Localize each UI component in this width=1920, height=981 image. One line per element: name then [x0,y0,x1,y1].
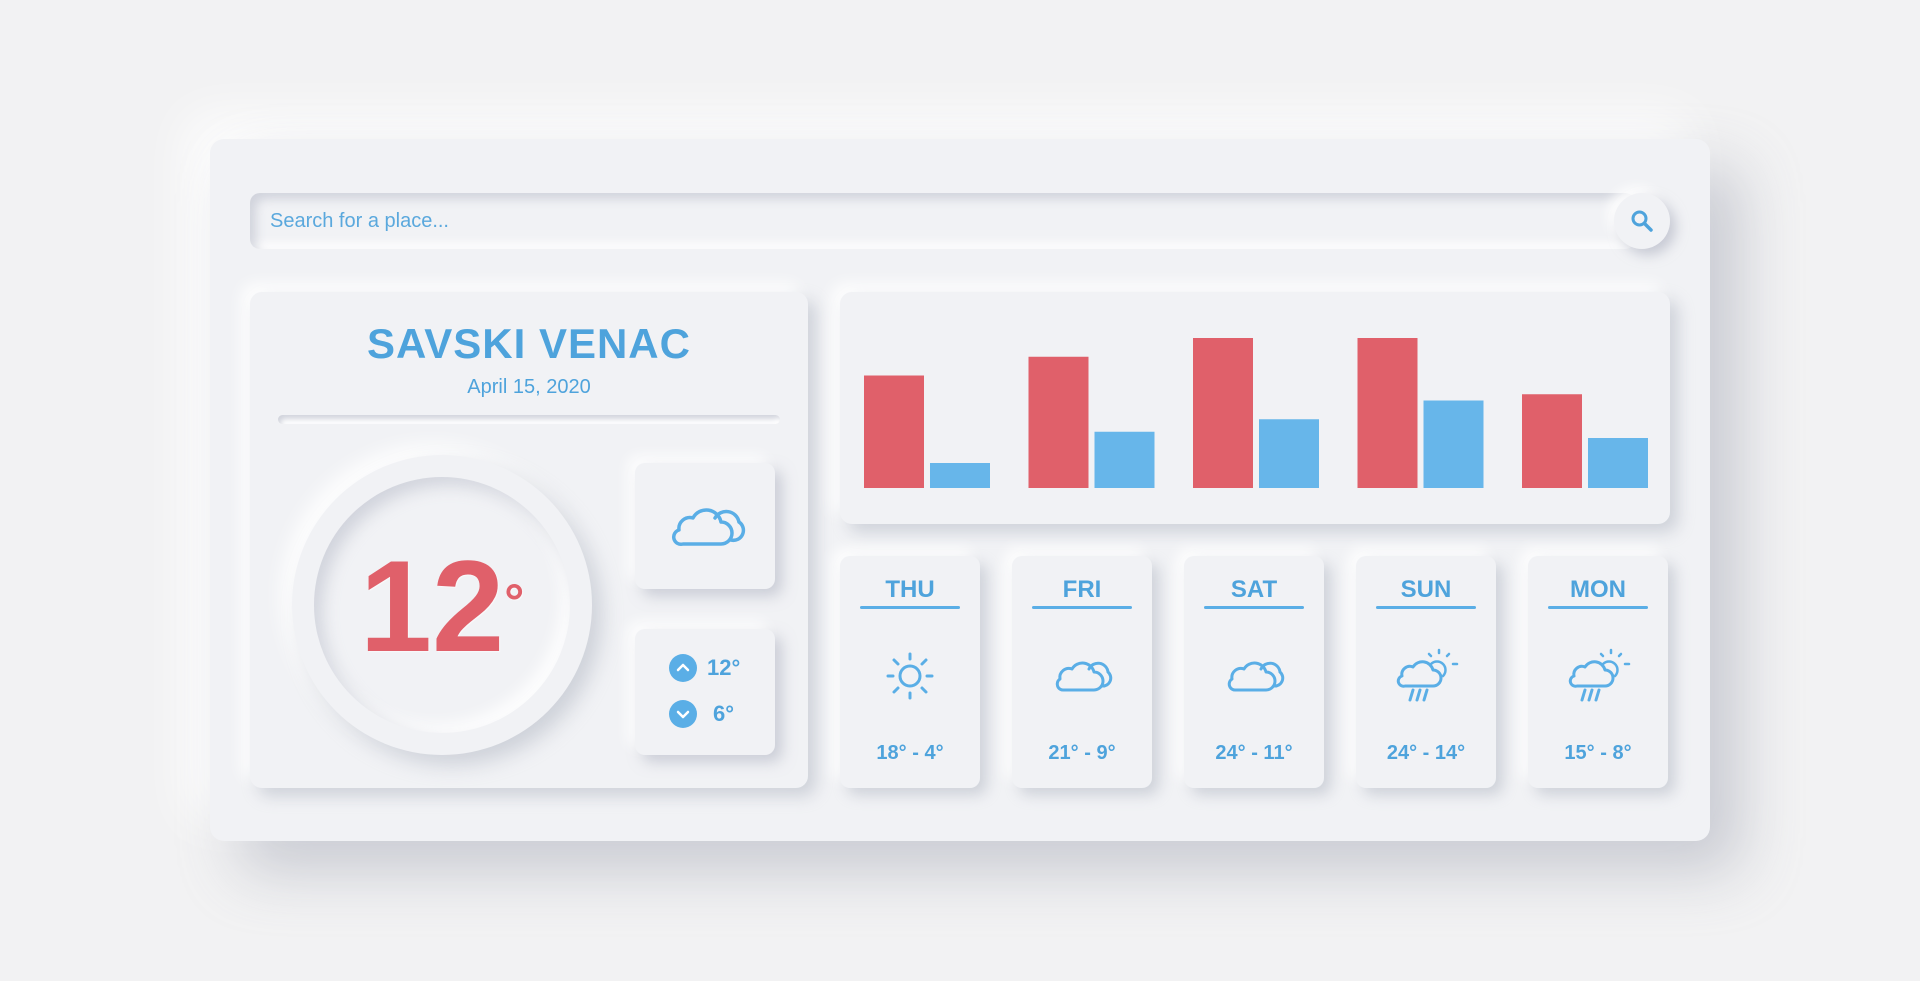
search-icon [1631,210,1653,232]
forecast-day: THU [885,576,935,603]
temperature-value: 12 [359,533,505,679]
day-underline [860,606,960,609]
temperature-dial: 12° [292,455,592,755]
cloud-icon [1227,661,1285,692]
search-input[interactable] [250,193,1635,249]
sun-icon [886,652,934,700]
cloud-icon [672,508,746,547]
forecast-card-fri: FRI 21° - 9° [1012,556,1152,788]
forecast-card-thu: THU 18° - 4° [840,556,980,788]
current-weather-panel: SAVSKI VENAC April 15, 2020 12° 12° 6° [250,292,808,788]
day-underline [1376,606,1476,609]
low-temp-bar-sat [1259,419,1319,488]
low-temp-row: 6° [669,700,734,728]
day-underline [1548,606,1648,609]
high-temp-bar-sat [1193,338,1253,488]
rain-sun-icon [1568,648,1631,702]
forecast-card-mon: MON 15° - 8° [1528,556,1668,788]
chart-svg [864,338,1648,488]
cloud-icon [1055,661,1113,692]
weather-card: SAVSKI VENAC April 15, 2020 12° 12° [210,139,1710,841]
forecast-card-sat: SAT 24° - 11° [1184,556,1324,788]
low-temp-bar-thu [930,463,990,488]
day-underline [1032,606,1132,609]
chevron-down-icon [669,700,697,728]
search-button[interactable] [1614,193,1670,249]
current-temperature: 12° [314,541,570,671]
chevron-up-icon [669,654,697,682]
high-temp-bar-thu [864,375,924,488]
day-underline [1204,606,1304,609]
forecast-range: 24° - 14° [1386,742,1466,764]
current-date: April 15, 2020 [467,376,591,398]
low-temp-bar-sun [1423,400,1484,488]
high-temp-bar-fri [1028,356,1089,488]
forecast-range: 15° - 8° [1564,742,1632,764]
forecast-range: 21° - 9° [1048,742,1116,764]
low-temp-bar-mon [1588,438,1648,488]
forecast-range: 18° - 4° [876,742,944,764]
forecast-range: 24° - 11° [1215,742,1293,764]
forecast-day: SAT [1230,576,1278,603]
forecast-day: MON [1570,576,1626,603]
high-temp-bar-mon [1522,394,1582,488]
temperature-chart [840,292,1670,524]
city-name: SAVSKI VENAC [367,320,691,367]
degree-symbol: ° [504,574,525,630]
low-temp: 6° [713,701,735,726]
forecast-day: FRI [1062,576,1102,603]
temperature-dial-inner: 12° [314,477,570,733]
high-temp-bar-sun [1357,338,1418,488]
divider [278,415,780,424]
high-low-box: 12° 6° [635,629,775,755]
forecast-day: SUN [1400,576,1452,603]
forecast-card-sun: SUN 24° - 14° [1356,556,1496,788]
condition-box [635,463,775,589]
rain-sun-icon [1396,648,1459,702]
high-temp-row: 12° [669,654,740,682]
search-bar [250,193,1635,249]
high-temp: 12° [707,655,741,680]
low-temp-bar-fri [1094,431,1155,488]
